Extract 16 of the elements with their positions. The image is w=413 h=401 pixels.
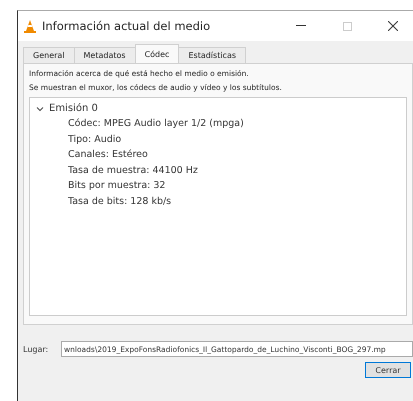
location-label: Lugar: (23, 344, 50, 354)
tab[interactable]: Estadísticas (178, 47, 246, 63)
tab[interactable]: Códec (134, 44, 180, 63)
tab[interactable]: Metadatos (74, 47, 136, 63)
tree-item: Tipo: Audio (67, 132, 122, 146)
tree-node[interactable]: Emisión 0 (49, 103, 98, 114)
tree-item: Códec: MPEG Audio layer 1/2 (mpga) (67, 117, 245, 131)
tab[interactable]: General (23, 47, 75, 63)
tree-item: Canales: Estéreo (67, 148, 149, 162)
tree-item: Tasa de bits: 128 kb/s (67, 194, 172, 208)
close-button[interactable]: Cerrar (365, 362, 411, 378)
tree-item: Tasa de muestra: 44100 Hz (67, 164, 199, 178)
tree-item: Bits por muestra: 32 (67, 179, 166, 193)
traffic-cone-icon (24, 20, 36, 32)
chevron-down-icon[interactable] (36, 104, 44, 112)
window-title: Información actual del medio (42, 19, 212, 33)
